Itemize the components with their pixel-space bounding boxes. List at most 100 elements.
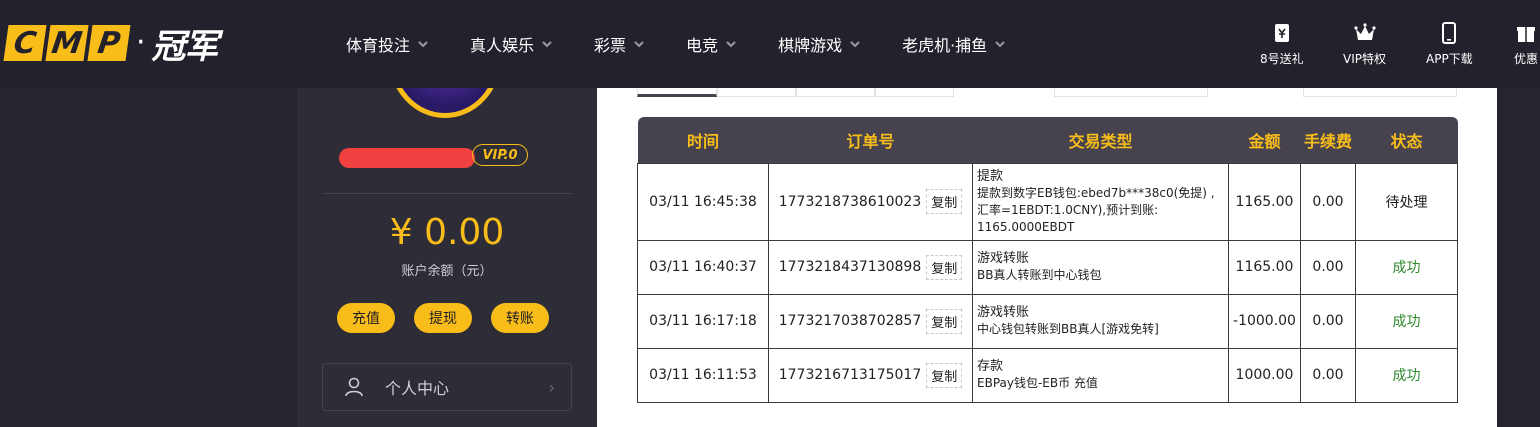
- vip-level-badge[interactable]: VIP.0: [472, 144, 528, 166]
- nav-label: 棋牌游戏: [778, 36, 843, 55]
- phone-icon: [1442, 22, 1457, 44]
- site-logo[interactable]: C M P · 冠军: [3, 24, 219, 67]
- transaction-type-detail: BB真人转账到中心钱包: [977, 268, 1102, 282]
- cell-amount: -1000.00: [1228, 293, 1301, 349]
- cell-order-number: 1773218437130898 复制: [768, 239, 973, 295]
- cell-status: 待处理: [1355, 162, 1458, 241]
- copy-button[interactable]: 复制: [926, 362, 963, 388]
- header-fee: 手续费: [1300, 117, 1356, 163]
- transaction-type-title: 游戏转账: [977, 305, 1030, 320]
- quick-link-vip[interactable]: VIP特权: [1343, 22, 1386, 67]
- quick-link-label: 优惠: [1514, 52, 1539, 66]
- cell-order-number: 1773218738610023 复制: [768, 162, 973, 241]
- cell-transaction-type: 存款 EBPay钱包-EB币 充值: [972, 347, 1229, 403]
- filter-tab[interactable]: [717, 88, 796, 97]
- table-row: 03/11 16:11:53 1773216713175017 复制 存款 EBPa…: [637, 347, 1458, 403]
- nav-item-slots-fishing[interactable]: 老虎机·捕鱼: [902, 32, 1005, 56]
- crown-icon: [1353, 23, 1376, 40]
- logo-chinese-name: 冠军: [151, 26, 219, 67]
- transaction-type-title: 游戏转账: [977, 251, 1030, 266]
- nav-item-live-casino[interactable]: 真人娱乐: [470, 32, 552, 56]
- copy-button[interactable]: 复制: [926, 308, 963, 334]
- cell-status: 成功: [1355, 347, 1458, 403]
- cell-fee: 0.00: [1300, 239, 1356, 295]
- header-amount: 金额: [1228, 117, 1301, 163]
- quick-link-promotions[interactable]: 优惠: [1514, 22, 1538, 67]
- nav-label: 彩票: [594, 36, 627, 55]
- cell-transaction-type: 游戏转账 中心钱包转账到BB真人[游戏免转]: [972, 293, 1229, 349]
- order-number: 1773217038702857: [778, 313, 922, 329]
- filter-select[interactable]: [1054, 88, 1208, 97]
- nav-label: 体育投注: [346, 36, 411, 55]
- user-icon: [345, 377, 363, 397]
- transaction-type-title: 提款: [977, 168, 1004, 184]
- cell-transaction-type: 提款 提款到数字EB钱包:ebed7b***38c0(免提) ,汇率=1EBDT:…: [972, 162, 1229, 241]
- transfer-button[interactable]: 转账: [491, 303, 549, 333]
- transaction-type-title: 存款: [977, 359, 1004, 374]
- nav-label: 真人娱乐: [470, 36, 535, 55]
- cell-fee: 0.00: [1300, 162, 1356, 241]
- cell-transaction-type: 游戏转账 BB真人转账到中心钱包: [972, 239, 1229, 295]
- chevron-down-icon: [542, 41, 552, 48]
- cell-amount: 1165.00: [1228, 239, 1301, 295]
- chevron-down-icon: [850, 41, 860, 48]
- deposit-button[interactable]: 充值: [337, 303, 395, 333]
- quick-link-gift-day[interactable]: 8号送礼: [1260, 22, 1304, 67]
- avatar[interactable]: [389, 88, 501, 118]
- logo-letter-c: C: [3, 25, 47, 61]
- filter-bar: [637, 88, 1457, 98]
- account-sidebar: VIP.0 ¥ 0.00 账户余额（元） 充值 提现 转账 个人中心 ›: [297, 88, 597, 427]
- transaction-type-detail: 提款到数字EB钱包:ebed7b***38c0(免提) ,汇率=1EBDT:1.…: [977, 185, 1215, 234]
- cell-time: 03/11 16:11:53: [637, 347, 769, 403]
- cell-order-number: 1773217038702857 复制: [768, 293, 973, 349]
- order-number: 1773218437130898: [778, 259, 922, 275]
- cell-time: 03/11 16:40:37: [637, 239, 769, 295]
- cell-time: 03/11 16:45:38: [637, 162, 769, 241]
- balance-amount: ¥ 0.00: [389, 212, 505, 253]
- nav-label: 老虎机·捕鱼: [902, 36, 988, 55]
- divider: [322, 193, 572, 194]
- header-transaction-type: 交易类型: [972, 117, 1229, 163]
- table-row: 03/11 16:17:18 1773217038702857 复制 游戏转账 中心…: [637, 293, 1458, 349]
- quick-link-app-download[interactable]: APP下载: [1426, 22, 1473, 67]
- ticket-icon: [1274, 24, 1289, 42]
- logo-letter-m: M: [45, 25, 89, 61]
- personal-center-link[interactable]: 个人中心 ›: [322, 363, 572, 411]
- table-row: 03/11 16:40:37 1773218437130898 复制 游戏转账 BB…: [637, 239, 1458, 295]
- top-navigation-bar: C M P · 冠军 体育投注 真人娱乐 彩票 电竞 棋牌游戏 老虎机·捕鱼 8…: [0, 0, 1540, 88]
- nav-item-esports[interactable]: 电竞: [686, 32, 736, 56]
- table-row: 03/11 16:45:38 1773218738610023 复制 提款 提款到数…: [637, 162, 1458, 241]
- quick-link-label: 8号送礼: [1260, 52, 1304, 66]
- order-number: 1773216713175017: [778, 367, 922, 383]
- header-order-number: 订单号: [768, 117, 973, 163]
- logo-letter-p: P: [87, 25, 131, 61]
- filter-tab[interactable]: [796, 88, 875, 97]
- cell-status: 成功: [1355, 239, 1458, 295]
- nav-label: 电竞: [686, 36, 719, 55]
- nav-item-lottery[interactable]: 彩票: [594, 32, 644, 56]
- order-number: 1773218738610023: [778, 193, 922, 210]
- filter-tab[interactable]: [875, 88, 954, 97]
- chevron-down-icon: [995, 41, 1005, 48]
- copy-button[interactable]: 复制: [926, 254, 963, 280]
- nav-item-card-games[interactable]: 棋牌游戏: [778, 32, 860, 56]
- quick-link-label: VIP特权: [1343, 52, 1386, 66]
- chevron-down-icon: [634, 41, 644, 48]
- chevron-right-icon: ›: [548, 377, 555, 397]
- quick-link-label: APP下载: [1426, 52, 1473, 66]
- cell-amount: 1165.00: [1228, 162, 1301, 241]
- balance-label: 账户余额（元）: [401, 264, 493, 279]
- withdraw-button[interactable]: 提现: [414, 303, 472, 333]
- filter-select[interactable]: [1303, 88, 1457, 97]
- header-status: 状态: [1355, 117, 1458, 163]
- transaction-records-panel: 时间 订单号 交易类型 金额 手续费 状态 03/11 16:45:38 177…: [597, 88, 1497, 427]
- header-time: 时间: [637, 117, 769, 163]
- copy-button[interactable]: 复制: [926, 189, 963, 214]
- cell-fee: 0.00: [1300, 347, 1356, 403]
- cell-fee: 0.00: [1300, 293, 1356, 349]
- filter-tab[interactable]: [637, 88, 717, 97]
- cell-amount: 1000.00: [1228, 347, 1301, 403]
- cell-status: 成功: [1355, 293, 1458, 349]
- main-nav: 体育投注 真人娱乐 彩票 电竞 棋牌游戏 老虎机·捕鱼: [346, 32, 1047, 56]
- nav-item-sports[interactable]: 体育投注: [346, 32, 428, 56]
